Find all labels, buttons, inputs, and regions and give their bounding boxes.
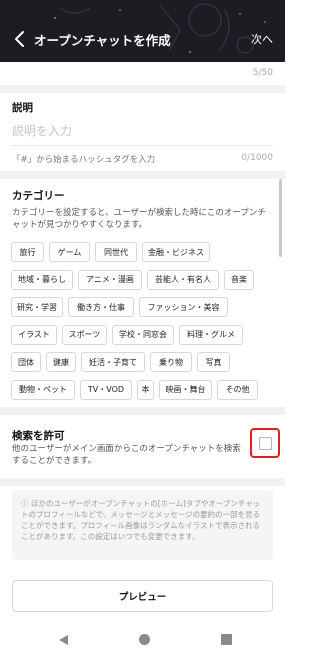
category-chip[interactable]: 健康 [46, 352, 76, 372]
category-chip[interactable]: 地域・暮らし [11, 269, 73, 290]
category-chip[interactable]: 妊活・子育て [81, 352, 145, 372]
description-counter: 0/1000 [241, 153, 273, 163]
preview-button[interactable]: プレビュー [12, 580, 273, 612]
back-button[interactable] [12, 30, 28, 48]
input-underline [12, 145, 273, 146]
triangle-back-icon[interactable] [58, 634, 69, 646]
page-title: オープンチャットを作成 [34, 33, 171, 48]
category-chip[interactable]: 芸能人・有名人 [147, 269, 219, 290]
category-chip[interactable]: 写真 [197, 352, 230, 372]
square-recent-icon[interactable] [221, 634, 232, 645]
chip-row: 研究・学習 働き方・仕事 ファッション・美容 [11, 297, 273, 317]
chip-row: 地域・暮らし アニメ・漫画 芸能人・有名人 音楽 [11, 269, 273, 290]
category-chip[interactable]: イラスト [11, 324, 57, 345]
category-chip[interactable]: 音楽 [224, 269, 254, 290]
category-chip[interactable]: スポーツ [62, 324, 107, 345]
category-chip[interactable]: 動物・ペット [11, 379, 75, 400]
chip-row: 動物・ペット TV・VOD 本 映画・舞台 その他 [11, 379, 273, 400]
category-chip[interactable]: ファッション・美容 [139, 297, 228, 317]
category-chip[interactable]: TV・VOD [80, 379, 132, 400]
chip-row: 旅行 ゲーム 同世代 金融・ビジネス [11, 242, 273, 262]
hashtag-input[interactable]: 「#」から始まるハッシュタグを入力 [12, 153, 155, 165]
section-divider [0, 478, 285, 486]
chip-row: 団体 健康 妊活・子育て 乗り物 写真 [11, 352, 273, 372]
category-description: カテゴリーを設定すると、ユーザーが検索した時にこのオープンチャットが見つかりやす… [12, 208, 266, 230]
category-chip[interactable]: その他 [217, 379, 258, 400]
section-divider [0, 407, 285, 415]
category-chip[interactable]: ゲーム [49, 242, 90, 262]
system-nav-bar [0, 622, 285, 658]
category-title: カテゴリー [12, 190, 65, 202]
category-chip[interactable]: 料理・グルメ [179, 324, 243, 345]
info-circle-icon: ⓘ [21, 499, 31, 508]
section-divider [0, 85, 285, 93]
category-chip[interactable]: 同世代 [95, 242, 137, 262]
category-chip[interactable]: 金融・ビジネス [142, 242, 210, 262]
chip-row: イラスト スポーツ 学校・同窓会 料理・グルメ [11, 324, 273, 345]
description-input[interactable]: 説明を入力 [12, 122, 72, 139]
section-divider [0, 171, 285, 179]
category-chip[interactable]: 団体 [11, 352, 41, 372]
category-chip[interactable]: 旅行 [11, 242, 44, 262]
notice-text: ほかのユーザーがオープンチャットの[ホーム]タブやオープンチャットのプロフィール… [21, 499, 261, 541]
search-permission-title: 検索を許可 [12, 430, 65, 442]
category-chip[interactable]: 本 [137, 379, 154, 400]
circle-home-icon[interactable] [139, 634, 150, 645]
notice-box: ⓘ ほかのユーザーがオープンチャットの[ホーム]タブやオープンチャットのプロフィ… [12, 490, 273, 560]
search-permission-description: 他のユーザーがメイン画面からこのオープンチャットを検索することができます。 [12, 444, 241, 466]
category-chip[interactable]: 映画・舞台 [159, 379, 212, 400]
description-title: 説明 [12, 102, 33, 114]
app-header: オープンチャットを作成 次へ [0, 0, 285, 62]
category-chip[interactable]: 働き方・仕事 [68, 297, 134, 317]
category-chip[interactable]: 学校・同窓会 [112, 324, 174, 345]
category-chip-list: 旅行 ゲーム 同世代 金融・ビジネス 地域・暮らし アニメ・漫画 芸能人・有名人… [11, 242, 273, 407]
scrollbar[interactable] [279, 179, 282, 257]
name-counter: 5/50 [252, 68, 273, 78]
category-chip[interactable]: アニメ・漫画 [78, 269, 142, 290]
category-chip[interactable]: 研究・学習 [11, 297, 63, 317]
next-button[interactable]: 次へ [251, 31, 273, 47]
category-chip[interactable]: 乗り物 [150, 352, 192, 372]
search-permission-checkbox[interactable] [259, 437, 272, 450]
